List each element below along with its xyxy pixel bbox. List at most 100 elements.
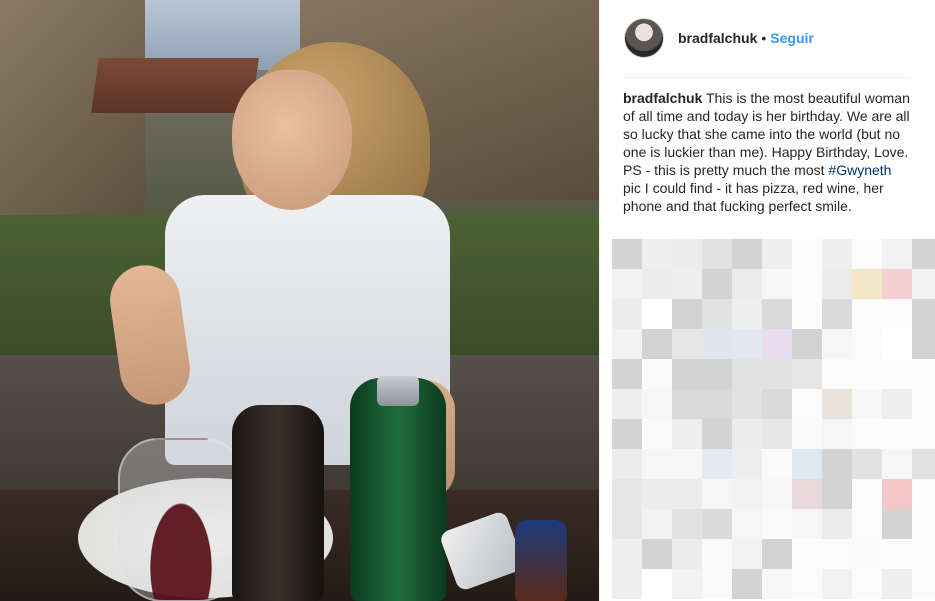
photo-water-bottle-cap xyxy=(377,376,419,406)
pixel-cell xyxy=(852,449,882,479)
pixel-cell xyxy=(882,299,912,329)
pixel-cell xyxy=(762,239,792,269)
pixel-cell xyxy=(792,509,822,539)
caption-ps-text-end: pic I could find - it has pizza, red win… xyxy=(623,180,884,214)
pixel-cell xyxy=(642,299,672,329)
photo-wine-glass xyxy=(118,438,244,601)
photo-water-bottle xyxy=(350,378,446,601)
pixel-cell xyxy=(792,239,822,269)
pixel-cell xyxy=(732,569,762,599)
pixel-cell xyxy=(732,509,762,539)
pixel-cell xyxy=(672,359,702,389)
pixel-cell xyxy=(702,329,732,359)
pixel-cell xyxy=(822,239,852,269)
pixel-cell xyxy=(852,479,882,509)
pixel-cell xyxy=(732,359,762,389)
pixel-cell xyxy=(792,539,822,569)
pixel-cell xyxy=(852,359,882,389)
pixel-cell xyxy=(792,419,822,449)
pixel-cell xyxy=(612,359,642,389)
pixel-cell xyxy=(852,569,882,599)
pixel-cell xyxy=(732,479,762,509)
pixel-cell xyxy=(702,239,732,269)
pixel-cell xyxy=(882,479,912,509)
pixel-cell xyxy=(882,359,912,389)
pixel-cell xyxy=(702,569,732,599)
pixel-cell xyxy=(702,389,732,419)
pixel-cell xyxy=(852,239,882,269)
pixel-cell xyxy=(642,239,672,269)
pixel-cell xyxy=(642,449,672,479)
pixel-cell xyxy=(882,419,912,449)
pixel-cell xyxy=(642,329,672,359)
pixel-cell xyxy=(612,329,642,359)
pixel-cell xyxy=(822,449,852,479)
pixel-cell xyxy=(702,479,732,509)
pixel-cell xyxy=(642,509,672,539)
pixel-cell xyxy=(732,539,762,569)
pixel-cell xyxy=(732,449,762,479)
header-divider xyxy=(623,77,911,78)
pixel-cell xyxy=(792,269,822,299)
pixel-cell xyxy=(822,389,852,419)
pixel-cell xyxy=(912,329,935,359)
photo-face xyxy=(232,70,352,210)
photo-roof xyxy=(91,58,259,113)
follow-button[interactable]: Seguir xyxy=(770,30,814,46)
pixel-cell xyxy=(702,509,732,539)
pixel-cell xyxy=(822,479,852,509)
pixel-cell xyxy=(642,389,672,419)
pixel-cell xyxy=(912,359,935,389)
pixel-cell xyxy=(822,419,852,449)
pixel-cell xyxy=(672,449,702,479)
pixel-cell xyxy=(612,509,642,539)
pixel-cell xyxy=(882,539,912,569)
caption-username-link[interactable]: bradfalchuk xyxy=(623,90,702,106)
pixel-cell xyxy=(732,329,762,359)
hashtag-link[interactable]: #Gwyneth xyxy=(828,162,891,178)
pixel-cell xyxy=(732,389,762,419)
pixel-cell xyxy=(912,419,935,449)
pixel-cell xyxy=(732,419,762,449)
post-photo[interactable] xyxy=(0,0,599,601)
pixel-cell xyxy=(792,449,822,479)
pixel-cell xyxy=(702,299,732,329)
pixel-cell xyxy=(912,509,935,539)
pixel-cell xyxy=(912,449,935,479)
pixel-cell xyxy=(822,569,852,599)
pixel-cell xyxy=(762,479,792,509)
separator-dot: • xyxy=(761,30,767,46)
pixel-cell xyxy=(792,479,822,509)
pixel-cell xyxy=(672,239,702,269)
pixel-cell xyxy=(882,449,912,479)
pixel-cell xyxy=(912,239,935,269)
pixel-cell xyxy=(762,449,792,479)
username-link[interactable]: bradfalchuk xyxy=(678,30,757,46)
pixel-cell xyxy=(852,269,882,299)
pixel-cell xyxy=(852,329,882,359)
pixel-cell xyxy=(612,299,642,329)
pixel-cell xyxy=(882,509,912,539)
pixelated-comments-area xyxy=(612,239,935,601)
pixel-cell xyxy=(792,299,822,329)
pixel-cell xyxy=(642,569,672,599)
photo-wine-bottle xyxy=(232,405,324,601)
pixel-cell xyxy=(672,479,702,509)
pixel-cell xyxy=(762,389,792,419)
pixel-cell xyxy=(672,539,702,569)
pixel-cell xyxy=(702,539,732,569)
pixel-cell xyxy=(762,569,792,599)
pixel-cell xyxy=(612,539,642,569)
pixel-cell xyxy=(612,569,642,599)
pixel-cell xyxy=(912,389,935,419)
pixel-cell xyxy=(852,539,882,569)
pixel-cell xyxy=(642,359,672,389)
pixel-cell xyxy=(822,509,852,539)
pixel-cell xyxy=(612,419,642,449)
pixel-cell xyxy=(882,389,912,419)
pixel-cell xyxy=(702,359,732,389)
pixel-cell xyxy=(912,539,935,569)
pixel-cell xyxy=(672,299,702,329)
avatar[interactable] xyxy=(624,18,664,58)
pixel-cell xyxy=(852,509,882,539)
